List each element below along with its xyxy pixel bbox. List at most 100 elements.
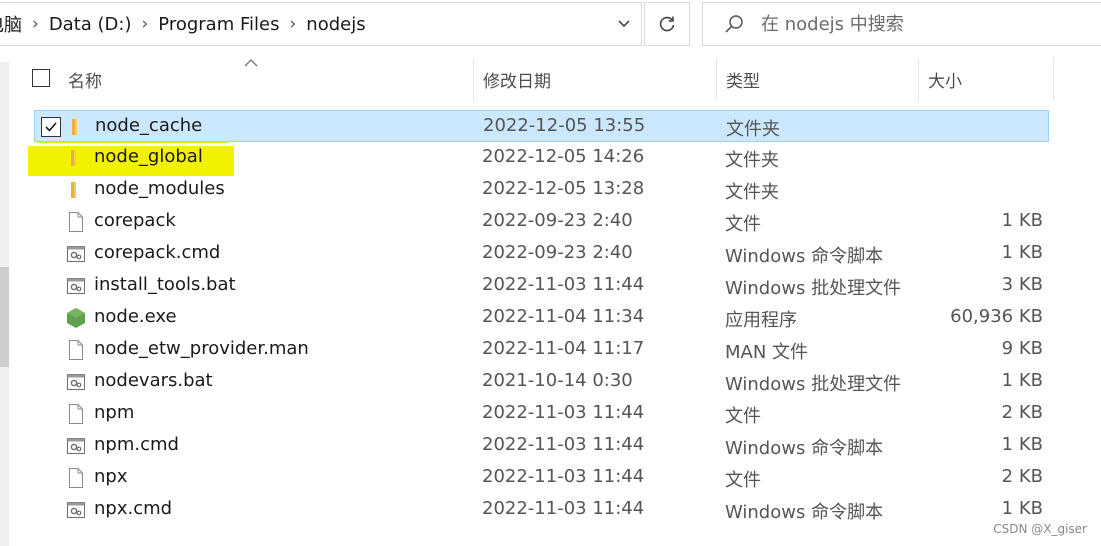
refresh-icon — [657, 14, 677, 34]
file-type: Windows 批处理文件 — [725, 278, 902, 299]
nodejs-icon — [65, 307, 87, 329]
file-type: 文件夹 — [726, 119, 780, 140]
folder-icon — [65, 179, 87, 201]
navigation-pane-scrollbar[interactable] — [0, 62, 9, 546]
file-name: npx.cmd — [94, 498, 173, 519]
file-name: node_cache — [95, 115, 203, 136]
folder-icon — [65, 147, 87, 169]
refresh-button[interactable] — [644, 2, 690, 46]
file-date: 2022-11-03 11:44 — [482, 434, 645, 455]
file-size: 1 KB — [1001, 498, 1043, 519]
file-name: node.exe — [94, 306, 177, 327]
chevron-right-icon[interactable]: › — [141, 14, 148, 34]
file-row[interactable]: corepack 2022-09-23 2:40 文件 1 KB — [34, 206, 1049, 238]
file-row[interactable]: node_etw_provider.man 2022-11-04 11:17 MAN… — [34, 334, 1049, 366]
file-name: nodevars.bat — [94, 370, 213, 391]
file-size: 1 KB — [1001, 434, 1043, 455]
file-size: 9 KB — [1001, 338, 1043, 359]
file-size: 2 KB — [1001, 466, 1043, 487]
file-row[interactable]: npm.cmd 2022-11-03 11:44 Windows 命令脚本 1 KB — [34, 430, 1049, 462]
row-checkbox[interactable] — [41, 117, 61, 137]
breadcrumb-program-files[interactable]: Program Files — [158, 14, 279, 35]
watermark: CSDN @X_giser — [993, 522, 1087, 536]
file-name: node_global — [94, 146, 203, 167]
scrollbar-thumb[interactable] — [0, 267, 9, 367]
script-icon — [65, 371, 87, 393]
file-row[interactable]: node_modules 2022-12-05 13:28 文件夹 — [34, 174, 1049, 206]
file-size: 2 KB — [1001, 402, 1043, 423]
file-type: Windows 命令脚本 — [725, 246, 884, 267]
script-icon — [65, 499, 87, 521]
file-date: 2022-11-03 11:44 — [482, 466, 645, 487]
file-size: 60,936 KB — [950, 306, 1043, 327]
script-icon — [65, 243, 87, 265]
column-header-date-label: 修改日期 — [483, 71, 551, 92]
navigation-bar: 电脑 › Data (D:) › Program Files › nodejs — [0, 0, 1101, 54]
column-header-type[interactable]: 类型 — [716, 58, 918, 100]
file-name: install_tools.bat — [94, 274, 236, 295]
file-type: Windows 批处理文件 — [725, 374, 902, 395]
file-row[interactable]: npx 2022-11-03 11:44 文件 2 KB — [34, 462, 1049, 494]
file-row[interactable]: npx.cmd 2022-11-03 11:44 Windows 命令脚本 1 KB — [34, 494, 1049, 526]
file-name: npm — [94, 402, 135, 423]
file-icon — [65, 211, 87, 233]
chevron-right-icon[interactable]: › — [32, 14, 39, 34]
file-name: npm.cmd — [94, 434, 179, 455]
file-size: 1 KB — [1001, 370, 1043, 391]
search-icon — [723, 13, 745, 35]
chevron-down-icon[interactable] — [617, 16, 631, 30]
file-type: MAN 文件 — [725, 342, 809, 363]
breadcrumb-this-pc[interactable]: 电脑 — [0, 11, 22, 37]
file-icon — [65, 339, 87, 361]
file-size: 1 KB — [1001, 210, 1043, 231]
file-row[interactable]: node_cache 2022-12-05 13:55 文件夹 — [34, 110, 1049, 142]
script-icon — [65, 435, 87, 457]
file-size: 1 KB — [1001, 242, 1043, 263]
address-bar[interactable]: 电脑 › Data (D:) › Program Files › nodejs — [0, 2, 642, 46]
column-header-size-label: 大小 — [928, 71, 962, 92]
select-all-checkbox[interactable] — [32, 69, 50, 87]
file-name: corepack.cmd — [94, 242, 221, 263]
file-row[interactable]: nodevars.bat 2021-10-14 0:30 Windows 批处理文件… — [34, 366, 1049, 398]
file-type: Windows 命令脚本 — [725, 438, 884, 459]
file-name: node_etw_provider.man — [94, 338, 309, 359]
file-size: 3 KB — [1001, 274, 1043, 295]
file-type: 文件 — [725, 470, 761, 491]
file-date: 2022-11-04 11:34 — [482, 306, 645, 327]
folder-icon — [66, 116, 88, 138]
file-date: 2022-11-03 11:44 — [482, 274, 645, 295]
file-icon — [65, 467, 87, 489]
file-name: node_modules — [94, 178, 225, 199]
chevron-right-icon[interactable]: › — [289, 14, 296, 34]
search-box[interactable] — [702, 2, 1101, 46]
file-date: 2022-11-03 11:44 — [482, 498, 645, 519]
file-row[interactable]: npm 2022-11-03 11:44 文件 2 KB — [34, 398, 1049, 430]
column-header-name-label: 名称 — [68, 71, 102, 92]
file-type: 文件夹 — [725, 182, 779, 203]
column-header-name[interactable]: 名称 — [68, 58, 472, 100]
breadcrumb-nodejs[interactable]: nodejs — [306, 14, 365, 35]
file-type: 应用程序 — [725, 310, 797, 331]
file-date: 2022-09-23 2:40 — [482, 210, 633, 231]
file-date: 2022-12-05 13:28 — [482, 178, 645, 199]
file-type: 文件 — [725, 214, 761, 235]
column-header-size[interactable]: 大小 — [918, 58, 1054, 100]
file-date: 2021-10-14 0:30 — [482, 370, 633, 391]
file-date: 2022-12-05 13:55 — [483, 115, 646, 136]
file-row[interactable]: node_global 2022-12-05 14:26 文件夹 — [34, 142, 1049, 174]
file-type: Windows 命令脚本 — [725, 502, 884, 523]
column-header-date[interactable]: 修改日期 — [473, 58, 716, 100]
checkmark-icon — [45, 122, 57, 132]
column-header-row: 名称 修改日期 类型 大小 — [20, 58, 1054, 100]
file-row[interactable]: node.exe 2022-11-04 11:34 应用程序 60,936 KB — [34, 302, 1049, 334]
file-name: corepack — [94, 210, 176, 231]
file-type: 文件 — [725, 406, 761, 427]
file-row[interactable]: corepack.cmd 2022-09-23 2:40 Windows 命令脚本 1… — [34, 238, 1049, 270]
search-input[interactable] — [761, 13, 1061, 35]
file-icon — [65, 403, 87, 425]
column-header-type-label: 类型 — [726, 71, 760, 92]
breadcrumb-data-drive[interactable]: Data (D:) — [49, 14, 132, 35]
file-type: 文件夹 — [725, 150, 779, 171]
file-row[interactable]: install_tools.bat 2022-11-03 11:44 Windows… — [34, 270, 1049, 302]
file-explorer-window: 电脑 › Data (D:) › Program Files › nodejs — [0, 0, 1101, 546]
